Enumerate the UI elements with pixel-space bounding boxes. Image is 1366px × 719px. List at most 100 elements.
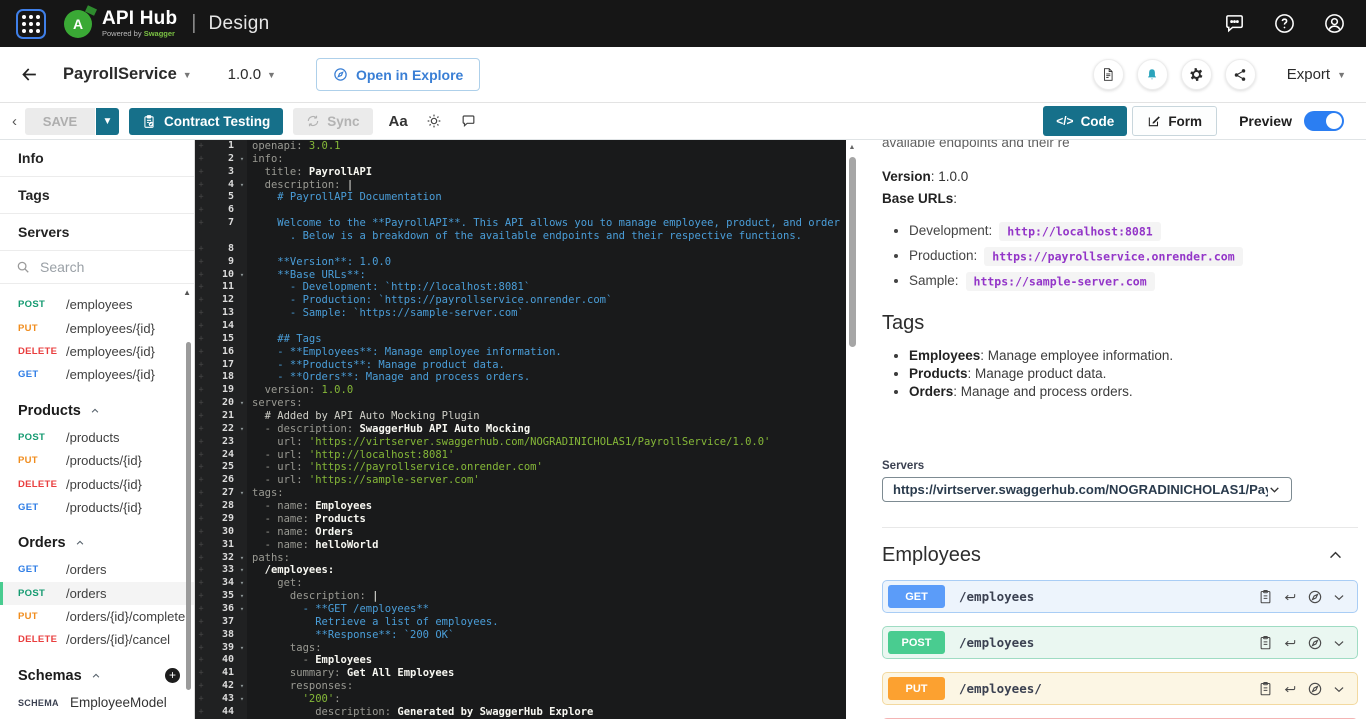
fold-toggle[interactable]: ▾ — [237, 590, 247, 603]
code-line[interactable]: +39▾ tags: — [195, 642, 858, 655]
endpoint-item[interactable]: GET/employees/{id} — [0, 363, 194, 386]
sidebar-scrollbar-thumb[interactable] — [186, 342, 191, 690]
sidebar-nav-tags[interactable]: Tags — [0, 177, 194, 214]
form-view-button[interactable]: Form — [1132, 106, 1217, 136]
code-line[interactable]: +25 - url: 'https://payrollservice.onren… — [195, 461, 858, 474]
fold-toggle[interactable]: ▾ — [237, 642, 247, 655]
code-line[interactable]: +41 summary: Get All Employees — [195, 667, 858, 680]
share-icon[interactable] — [1225, 59, 1256, 90]
fold-toggle[interactable]: ▾ — [237, 552, 247, 565]
brightness-sun-icon[interactable] — [426, 113, 442, 129]
code-line[interactable]: +36▾ - **GET /employees** — [195, 603, 858, 616]
notifications-bell-icon[interactable] — [1137, 59, 1168, 90]
code-line[interactable]: +4▾ description: | — [195, 179, 858, 192]
code-line[interactable]: +3 title: PayrollAPI — [195, 166, 858, 179]
server-select[interactable]: https://virtserver.swaggerhub.com/NOGRAD… — [882, 477, 1292, 502]
service-name-dropdown[interactable]: PayrollService▼ — [63, 65, 192, 84]
apps-grid-icon[interactable] — [16, 9, 46, 39]
open-in-explore-button[interactable]: Open in Explore — [316, 58, 480, 91]
save-button[interactable]: SAVE — [25, 108, 95, 135]
back-arrow-icon[interactable] — [20, 65, 39, 84]
chevron-down-icon[interactable] — [1332, 590, 1346, 604]
preview-endpoint-row[interactable]: POST/employees — [882, 626, 1358, 659]
code-line[interactable]: . Below is a breakdown of the available … — [195, 230, 858, 243]
code-view-button[interactable]: </> Code — [1043, 106, 1127, 136]
code-line[interactable]: +18 - **Orders**: Manage and process ord… — [195, 371, 858, 384]
code-line[interactable]: +23 url: 'https://virtserver.swaggerhub.… — [195, 436, 858, 449]
code-line[interactable]: +29 - name: Products — [195, 513, 858, 526]
version-dropdown[interactable]: 1.0.0▼ — [228, 66, 276, 83]
code-line[interactable]: +2▾info: — [195, 153, 858, 166]
code-line[interactable]: +44 description: Generated by SwaggerHub… — [195, 706, 858, 719]
endpoint-item[interactable]: GET/orders — [0, 558, 194, 581]
preview-endpoint-row[interactable]: GET/employees — [882, 580, 1358, 613]
code-line[interactable]: +1openapi: 3.0.1 — [195, 140, 858, 153]
code-line[interactable]: +22▾ - description: SwaggerHub API Auto … — [195, 423, 858, 436]
collapse-section-icon[interactable] — [1327, 547, 1344, 564]
endpoint-item[interactable]: DELETE/orders/{id}/cancel — [0, 628, 194, 651]
explore-compass-icon[interactable] — [1307, 635, 1323, 651]
code-line[interactable]: +24 - url: 'http://localhost:8081' — [195, 449, 858, 462]
document-icon[interactable] — [1093, 59, 1124, 90]
endpoint-item[interactable]: POST/orders — [0, 582, 194, 605]
clipboard-icon[interactable] — [1258, 589, 1273, 604]
code-line[interactable]: +19 version: 1.0.0 — [195, 384, 858, 397]
editor-scrollbar-thumb[interactable] — [849, 157, 856, 347]
code-line[interactable]: +15 ## Tags — [195, 333, 858, 346]
code-line[interactable]: +30 - name: Orders — [195, 526, 858, 539]
code-line[interactable]: +16 - **Employees**: Manage employee inf… — [195, 346, 858, 359]
code-line[interactable]: +26 - url: 'https://sample-server.com' — [195, 474, 858, 487]
comment-bubble-icon[interactable] — [460, 113, 477, 129]
code-line[interactable]: +32▾paths: — [195, 552, 858, 565]
return-arrow-icon[interactable] — [1282, 682, 1298, 696]
fold-toggle[interactable]: ▾ — [237, 179, 247, 192]
code-line[interactable]: +13 - Sample: `https://sample-server.com… — [195, 307, 858, 320]
group-header-orders[interactable]: Orders — [0, 528, 194, 558]
fold-toggle[interactable]: ▾ — [237, 564, 247, 577]
preview-toggle[interactable] — [1304, 111, 1344, 131]
clipboard-icon[interactable] — [1258, 635, 1273, 650]
save-dropdown-button[interactable]: ▼ — [96, 108, 119, 135]
endpoint-item[interactable]: PUT/employees/{id} — [0, 316, 194, 339]
explore-compass-icon[interactable] — [1307, 589, 1323, 605]
code-line[interactable]: +6 — [195, 204, 858, 217]
code-line[interactable]: +14 — [195, 320, 858, 333]
code-line[interactable]: +42▾ responses: — [195, 680, 858, 693]
sidebar-nav-servers[interactable]: Servers — [0, 214, 194, 251]
return-arrow-icon[interactable] — [1282, 636, 1298, 650]
endpoint-item[interactable]: PUT/orders/{id}/complete — [0, 605, 194, 628]
code-line[interactable]: +40 - Employees — [195, 654, 858, 667]
group-header-schemas[interactable]: Schemas+ — [0, 661, 194, 691]
code-line[interactable]: +28 - name: Employees — [195, 500, 858, 513]
scroll-up-arrow[interactable]: ▲ — [846, 140, 858, 151]
code-line[interactable]: +10▾ **Base URLs**: — [195, 269, 858, 282]
code-line[interactable]: +27▾tags: — [195, 487, 858, 500]
schema-item[interactable]: SCHEMAEmployeeModel — [0, 691, 194, 715]
fold-toggle[interactable]: ▾ — [237, 603, 247, 616]
help-icon[interactable] — [1273, 12, 1296, 35]
fold-toggle[interactable]: ▾ — [237, 397, 247, 410]
sidebar-nav-info[interactable]: Info — [0, 140, 194, 177]
clipboard-icon[interactable] — [1258, 681, 1273, 696]
search-input[interactable] — [40, 259, 160, 275]
chevron-down-icon[interactable] — [1332, 682, 1346, 696]
preview-endpoint-row[interactable]: PUT/employees/ — [882, 672, 1358, 705]
add-schema-button[interactable]: + — [165, 668, 180, 683]
endpoint-item[interactable]: GET/products/{id} — [0, 496, 194, 519]
code-line[interactable]: +9 **Version**: 1.0.0 — [195, 256, 858, 269]
code-line[interactable]: +11 - Development: `http://localhost:808… — [195, 281, 858, 294]
code-line[interactable]: +43▾ '200': — [195, 693, 858, 706]
endpoint-item[interactable]: DELETE/employees/{id} — [0, 340, 194, 363]
font-size-button[interactable]: Aa — [389, 113, 408, 130]
endpoint-item[interactable]: DELETE/products/{id} — [0, 472, 194, 495]
endpoint-item[interactable]: POST/employees — [0, 293, 194, 316]
scroll-up-arrow[interactable]: ▲ — [183, 288, 191, 297]
endpoint-item[interactable]: POST/products — [0, 426, 194, 449]
chat-icon[interactable] — [1223, 12, 1246, 35]
code-line[interactable]: +12 - Production: `https://payrollservic… — [195, 294, 858, 307]
account-icon[interactable] — [1323, 12, 1346, 35]
explore-compass-icon[interactable] — [1307, 681, 1323, 697]
fold-toggle[interactable]: ▾ — [237, 693, 247, 706]
code-line[interactable]: +37 Retrieve a list of employees. — [195, 616, 858, 629]
endpoint-item[interactable]: PUT/products/{id} — [0, 449, 194, 472]
